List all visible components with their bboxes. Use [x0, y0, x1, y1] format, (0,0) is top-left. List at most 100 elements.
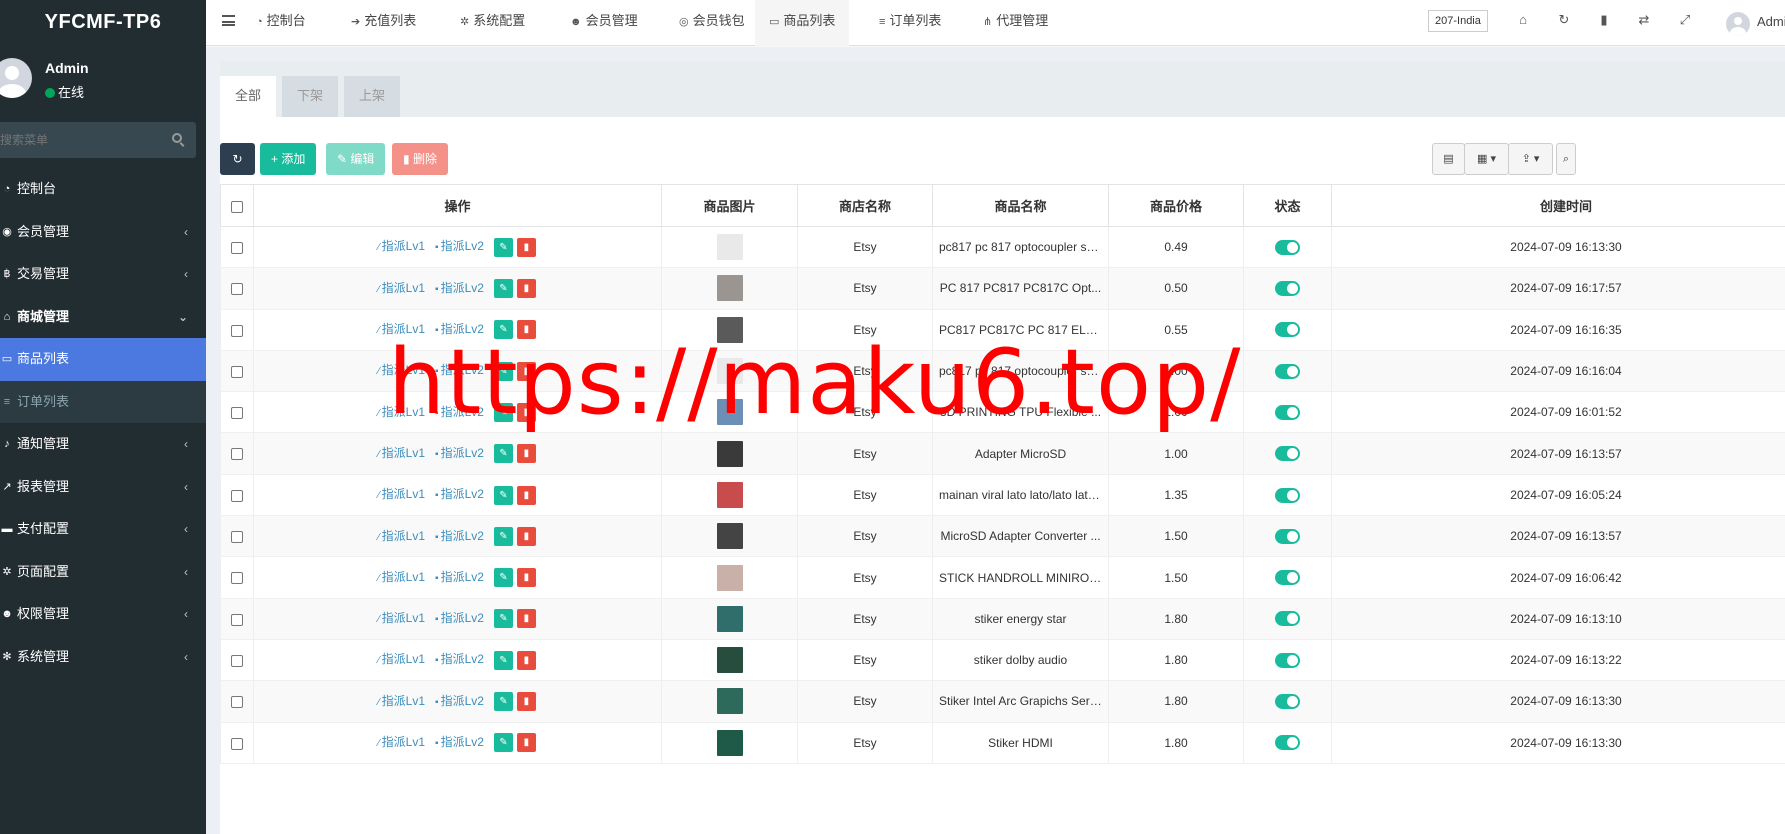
row-delete-button[interactable]: ▮ — [516, 609, 536, 629]
status-toggle[interactable] — [1275, 570, 1300, 586]
delete-button[interactable]: ▮ 删除 — [392, 143, 448, 175]
row-checkbox[interactable] — [231, 241, 243, 254]
row-edit-button[interactable]: ✎ — [493, 403, 513, 422]
tab-offline[interactable]: 下架 — [282, 76, 339, 117]
product-thumbnail[interactable] — [716, 481, 743, 508]
product-thumbnail[interactable] — [716, 399, 743, 426]
row-edit-button[interactable]: ✎ — [493, 320, 513, 340]
select-all-checkbox[interactable] — [231, 200, 243, 213]
table-row[interactable]: ⁄ 指派Lv1 ▪ 指派Lv2 ✎ ▮ Etsy pc817 pc 817 optocoupl… — [220, 350, 1785, 393]
tab-products[interactable]: ▭ 商品列表 — [755, 0, 850, 46]
product-thumbnail[interactable] — [716, 440, 743, 467]
row-edit-button[interactable]: ✎ — [493, 361, 513, 381]
product-thumbnail[interactable] — [716, 358, 743, 385]
tab-online[interactable]: 上架 — [344, 76, 401, 117]
row-delete-button[interactable]: ▮ — [516, 526, 536, 546]
assign-lv1-link[interactable]: ⁄ 指派Lv1 — [378, 405, 425, 419]
assign-lv2-link[interactable]: ▪ 指派Lv2 — [435, 405, 484, 419]
col-name[interactable]: 商品名称 — [932, 184, 1109, 227]
sidebar-item-orders[interactable]: ≡ 订单列表 — [0, 380, 206, 423]
sidebar-item-products[interactable]: ▭ 商品列表 — [0, 338, 206, 381]
columns-button[interactable]: ▦ ▾ — [1464, 143, 1509, 175]
row-checkbox[interactable] — [231, 283, 243, 296]
export-button[interactable]: ⇪ ▾ — [1508, 143, 1553, 175]
status-toggle[interactable] — [1275, 694, 1300, 710]
assign-lv1-link[interactable]: ⁄ 指派Lv1 — [378, 529, 425, 543]
assign-lv1-link[interactable]: ⁄ 指派Lv1 — [378, 570, 425, 584]
trash-icon[interactable]: ▮ — [1596, 12, 1612, 28]
top-user-name[interactable]: Admin — [1757, 14, 1785, 29]
table-row[interactable]: ⁄ 指派Lv1 ▪ 指派Lv2 ✎ ▮ Etsy stiker dolby audio 1.80… — [220, 639, 1785, 682]
assign-lv1-link[interactable]: ⁄ 指派Lv1 — [378, 363, 425, 377]
product-thumbnail[interactable] — [716, 647, 743, 674]
row-edit-button[interactable]: ✎ — [493, 279, 513, 299]
product-thumbnail[interactable] — [716, 688, 743, 715]
sidebar-item-trade[interactable]: ฿ 交易管理 ‹ — [0, 253, 206, 296]
tab-dashboard[interactable]: ◔ 控制台 — [242, 0, 320, 46]
row-checkbox[interactable] — [231, 737, 243, 750]
sidebar-item-payment[interactable]: ▬ 支付配置 ‹ — [0, 508, 206, 551]
table-row[interactable]: ⁄ 指派Lv1 ▪ 指派Lv2 ✎ ▮ Etsy mainan viral lato lato… — [220, 474, 1785, 517]
row-delete-button[interactable]: ▮ — [516, 733, 536, 753]
tab-agents[interactable]: ⋔ 代理管理 — [969, 0, 1062, 46]
row-checkbox[interactable] — [231, 489, 243, 502]
row-edit-button[interactable]: ✎ — [493, 485, 513, 505]
row-edit-button[interactable]: ✎ — [493, 526, 513, 546]
table-row[interactable]: ⁄ 指派Lv1 ▪ 指派Lv2 ✎ ▮ Etsy PC817 PC817C PC 817 EL… — [220, 309, 1785, 351]
product-thumbnail[interactable] — [716, 605, 743, 632]
col-created[interactable]: 创建时间 — [1331, 184, 1785, 227]
assign-lv1-link[interactable]: ⁄ 指派Lv1 — [378, 694, 425, 708]
assign-lv2-link[interactable]: ▪ 指派Lv2 — [435, 281, 484, 295]
col-image[interactable]: 商品图片 — [661, 184, 798, 227]
row-edit-button[interactable]: ✎ — [493, 733, 513, 753]
assign-lv2-link[interactable]: ▪ 指派Lv2 — [435, 363, 484, 377]
assign-lv1-link[interactable]: ⁄ 指派Lv1 — [378, 281, 425, 295]
product-thumbnail[interactable] — [716, 316, 743, 343]
status-toggle[interactable] — [1275, 405, 1300, 420]
table-row[interactable]: ⁄ 指派Lv1 ▪ 指派Lv2 ✎ ▮ Etsy stiker energy star 1.80… — [220, 598, 1785, 640]
col-price[interactable]: 商品价格 — [1108, 184, 1244, 227]
sidebar-search-input[interactable] — [0, 122, 155, 158]
product-thumbnail[interactable] — [716, 234, 743, 261]
status-toggle[interactable] — [1275, 281, 1300, 297]
assign-lv2-link[interactable]: ▪ 指派Lv2 — [435, 529, 484, 543]
tab-recharge[interactable]: ➔ 充值列表 — [337, 0, 430, 46]
sidebar-item-dashboard[interactable]: ◔ 控制台 — [0, 168, 206, 211]
assign-lv1-link[interactable]: ⁄ 指派Lv1 — [378, 322, 425, 336]
refresh-icon[interactable]: ↻ — [1556, 12, 1572, 28]
row-edit-button[interactable]: ✎ — [493, 444, 513, 464]
assign-lv1-link[interactable]: ⁄ 指派Lv1 — [378, 611, 425, 625]
row-delete-button[interactable]: ▮ — [516, 403, 536, 422]
assign-lv2-link[interactable]: ▪ 指派Lv2 — [435, 570, 484, 584]
assign-lv1-link[interactable]: ⁄ 指派Lv1 — [378, 735, 425, 749]
assign-lv2-link[interactable]: ▪ 指派Lv2 — [435, 611, 484, 625]
table-row[interactable]: ⁄ 指派Lv1 ▪ 指派Lv2 ✎ ▮ Etsy pc817 pc 817 optocoupl… — [220, 226, 1785, 269]
language-badge[interactable]: 207-India — [1428, 10, 1488, 32]
row-edit-button[interactable]: ✎ — [493, 692, 513, 712]
status-toggle[interactable] — [1275, 322, 1300, 338]
assign-lv1-link[interactable]: ⁄ 指派Lv1 — [378, 446, 425, 460]
assign-lv2-link[interactable]: ▪ 指派Lv2 — [435, 652, 484, 666]
avatar[interactable] — [1726, 12, 1750, 36]
assign-lv2-link[interactable]: ▪ 指派Lv2 — [435, 487, 484, 501]
col-shop[interactable]: 商店名称 — [797, 184, 933, 227]
toggle-view-button[interactable]: ▤ — [1432, 143, 1465, 175]
table-row[interactable]: ⁄ 指派Lv1 ▪ 指派Lv2 ✎ ▮ Etsy MicroSD Adapter Conver… — [220, 515, 1785, 558]
row-edit-button[interactable]: ✎ — [493, 237, 513, 257]
row-delete-button[interactable]: ▮ — [516, 485, 536, 505]
table-row[interactable]: ⁄ 指派Lv1 ▪ 指派Lv2 ✎ ▮ Etsy Stiker HDMI 1.80 2024-07… — [220, 722, 1785, 764]
status-toggle[interactable] — [1275, 446, 1300, 462]
col-status[interactable]: 状态 — [1243, 184, 1332, 227]
col-actions[interactable]: 操作 — [253, 184, 662, 227]
table-row[interactable]: ⁄ 指派Lv1 ▪ 指派Lv2 ✎ ▮ Etsy STICK HANDROLL MINIROL… — [220, 556, 1785, 599]
sidebar-item-shop[interactable]: ⌂ 商城管理 ⌄ — [0, 296, 206, 339]
sidebar-item-reports[interactable]: ↗ 报表管理 ‹ — [0, 466, 206, 509]
status-toggle[interactable] — [1275, 611, 1300, 627]
row-checkbox[interactable] — [231, 448, 243, 461]
tab-all[interactable]: 全部 — [220, 76, 277, 117]
row-checkbox[interactable] — [231, 613, 243, 626]
row-checkbox[interactable] — [231, 365, 243, 378]
row-edit-button[interactable]: ✎ — [493, 609, 513, 629]
assign-lv1-link[interactable]: ⁄ 指派Lv1 — [378, 652, 425, 666]
edit-button[interactable]: ✎ 编辑 — [326, 143, 386, 175]
